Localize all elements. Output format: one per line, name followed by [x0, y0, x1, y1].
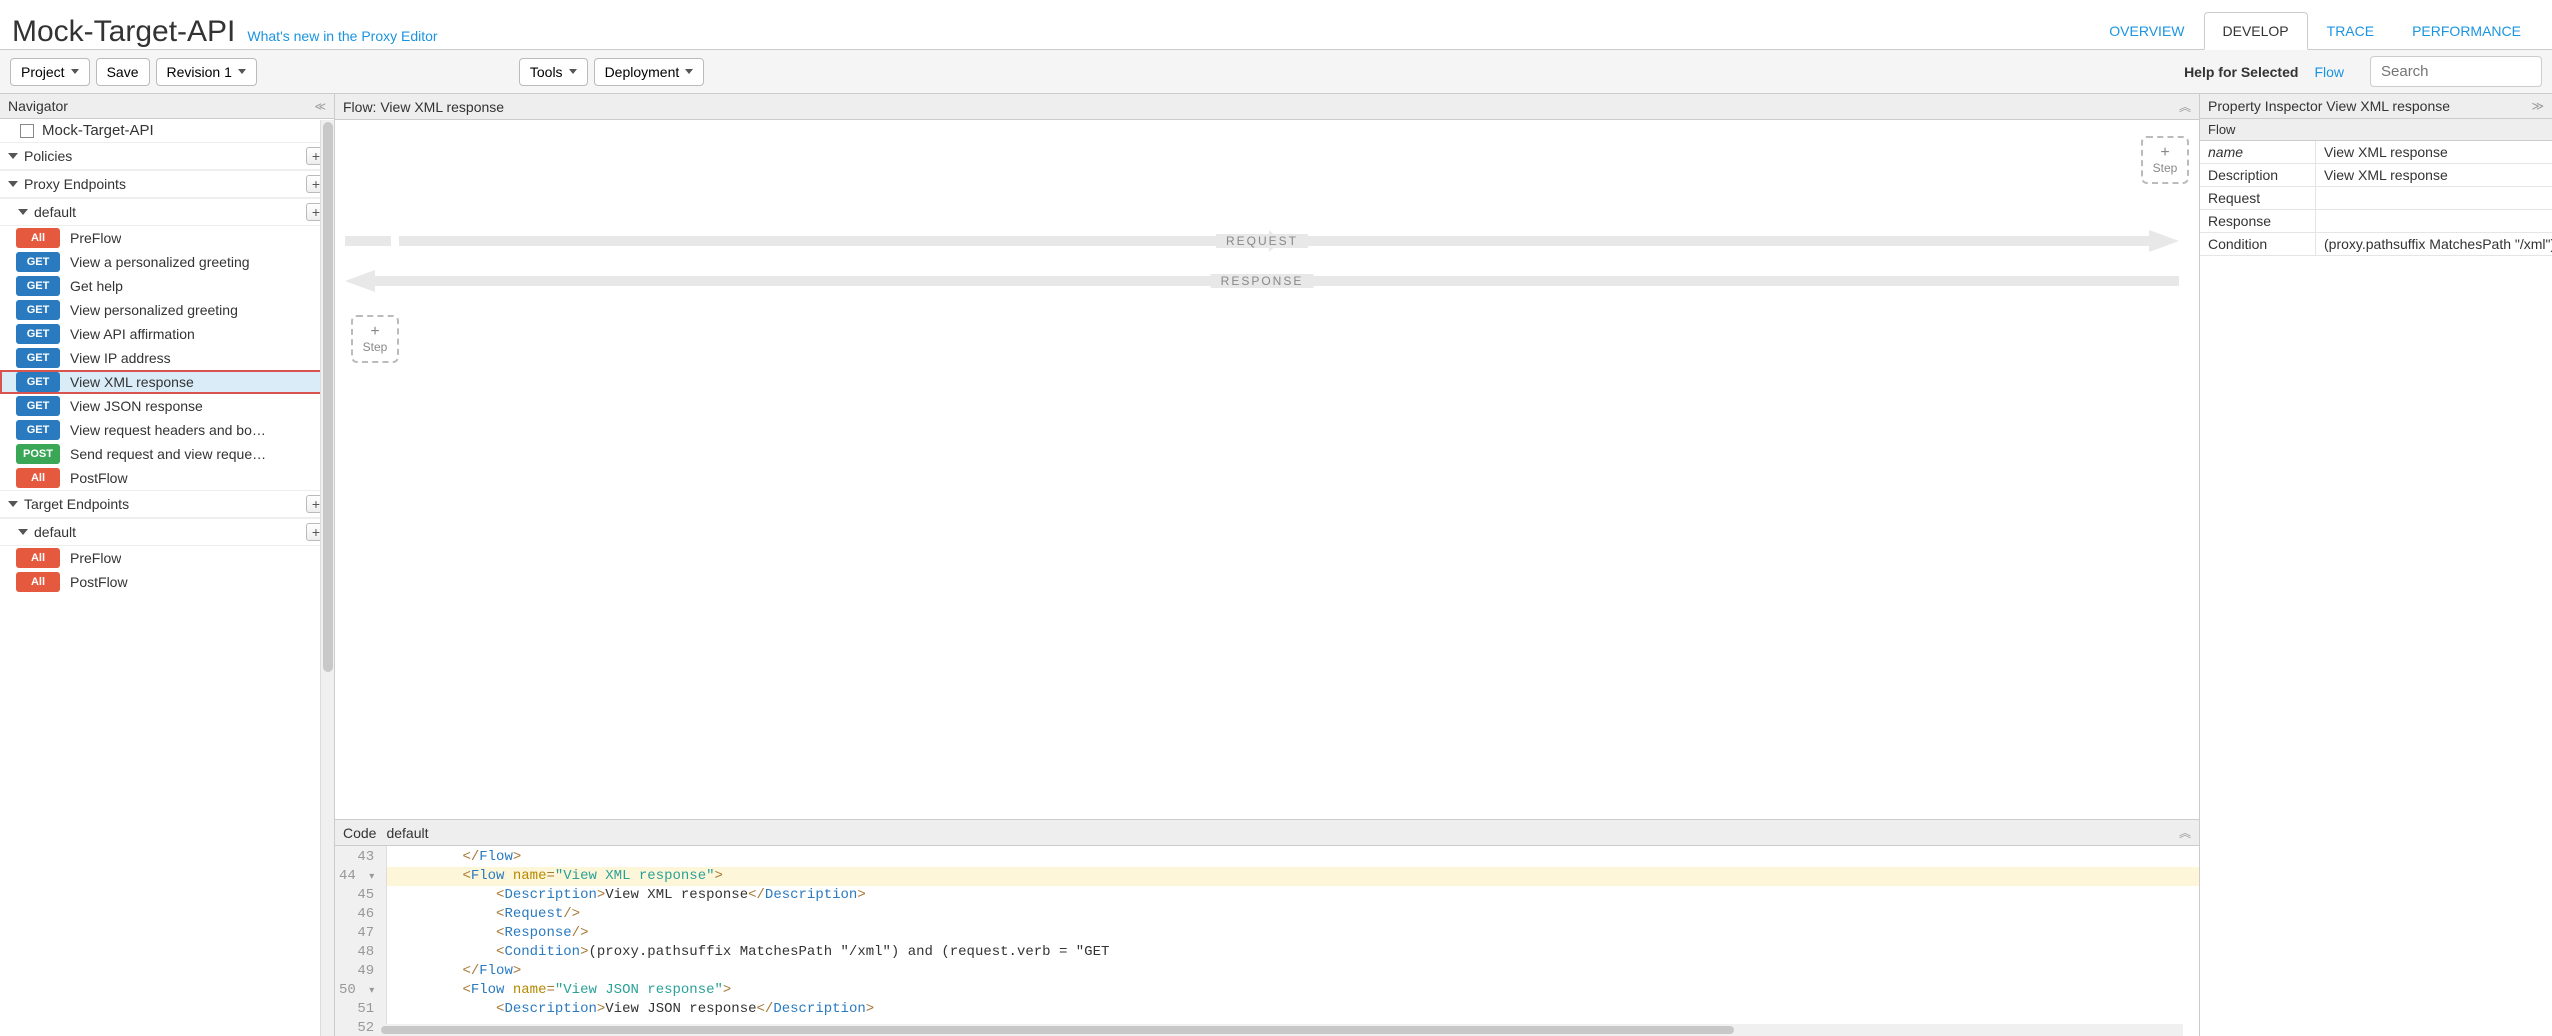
method-badge: All — [16, 468, 60, 488]
nav-proxy-default[interactable]: default + — [0, 198, 334, 226]
method-badge: GET — [16, 324, 60, 344]
prop-row-name[interactable]: nameView XML response — [2200, 141, 2552, 164]
navigator-panel: Navigator ≪ Mock-Target-API Policies + P… — [0, 94, 335, 1036]
prop-row-condition[interactable]: Condition(proxy.pathsuffix MatchesPath "… — [2200, 233, 2552, 256]
caret-down-icon — [238, 69, 246, 74]
flow-label: View JSON response — [70, 398, 203, 414]
revision-dropdown[interactable]: Revision 1 — [156, 58, 257, 86]
flow-row[interactable]: All PostFlow — [0, 570, 334, 594]
deployment-dropdown[interactable]: Deployment — [594, 58, 705, 86]
flow-row[interactable]: GET View API affirmation — [0, 322, 334, 346]
nav-section-target-endpoints[interactable]: Target Endpoints + — [0, 490, 334, 518]
property-inspector-panel: Property Inspector View XML response ≫ F… — [2200, 94, 2552, 1036]
flow-editor-title: Flow: View XML response — [343, 99, 504, 115]
flow-label: PreFlow — [70, 230, 121, 246]
app-header: Mock-Target-API What's new in the Proxy … — [0, 0, 2552, 50]
project-dropdown[interactable]: Project — [10, 58, 90, 86]
flow-row[interactable]: GET View personalized greeting — [0, 298, 334, 322]
caret-down-icon — [8, 181, 18, 187]
caret-down-icon — [18, 209, 28, 215]
method-badge: GET — [16, 372, 60, 392]
navigator-title: Navigator — [8, 98, 68, 114]
nav-target-default[interactable]: default + — [0, 518, 334, 546]
caret-down-icon — [8, 501, 18, 507]
flow-canvas: +Step REQUEST RESPONSE +Step — [335, 120, 2199, 819]
flow-row[interactable]: All PreFlow — [0, 546, 334, 570]
inspector-title: Property Inspector View XML response — [2208, 98, 2450, 114]
flow-label: View request headers and bo… — [70, 422, 266, 438]
method-badge: GET — [16, 300, 60, 320]
flow-label: View IP address — [70, 350, 171, 366]
flow-row[interactable]: GET View JSON response — [0, 394, 334, 418]
nav-section-proxy-endpoints[interactable]: Proxy Endpoints + — [0, 170, 334, 198]
search-input[interactable] — [2370, 56, 2542, 87]
document-icon — [20, 124, 34, 138]
collapse-up-icon[interactable]: ︽ — [2179, 98, 2191, 115]
response-lane: RESPONSE — [345, 270, 2179, 292]
add-request-step-button[interactable]: +Step — [2141, 136, 2189, 184]
flow-row[interactable]: POST Send request and view reque… — [0, 442, 334, 466]
collapse-left-icon[interactable]: ≪ — [314, 100, 326, 113]
code-editor[interactable]: 43 44 ▾45 46 47 48 49 50 ▾51 52 </Flow> … — [335, 846, 2199, 1036]
prop-row-response[interactable]: Response — [2200, 210, 2552, 233]
nav-proxy-root[interactable]: Mock-Target-API — [0, 119, 334, 142]
request-lane: REQUEST — [345, 230, 2179, 252]
flow-row[interactable]: All PreFlow — [0, 226, 334, 250]
proxy-title: Mock-Target-API — [12, 15, 235, 49]
flow-label: PostFlow — [70, 470, 128, 486]
method-badge: GET — [16, 396, 60, 416]
method-badge: All — [16, 228, 60, 248]
method-badge: All — [16, 572, 60, 592]
flow-label: View a personalized greeting — [70, 254, 250, 270]
whats-new-link[interactable]: What's new in the Proxy Editor — [247, 28, 437, 44]
flow-row[interactable]: GET View IP address — [0, 346, 334, 370]
method-badge: POST — [16, 444, 60, 464]
prop-row-request[interactable]: Request — [2200, 187, 2552, 210]
tools-dropdown[interactable]: Tools — [519, 58, 588, 86]
expand-right-icon[interactable]: ≫ — [2531, 99, 2544, 113]
tab-performance[interactable]: PERFORMANCE — [2393, 12, 2540, 49]
inspector-section-flow: Flow — [2200, 119, 2552, 141]
code-horizontal-scrollbar[interactable] — [379, 1024, 2183, 1036]
method-badge: GET — [16, 420, 60, 440]
tab-develop[interactable]: DEVELOP — [2204, 12, 2308, 50]
flow-label: PostFlow — [70, 574, 128, 590]
tab-trace[interactable]: TRACE — [2308, 12, 2393, 49]
flow-label: Get help — [70, 278, 123, 294]
flow-label: PreFlow — [70, 550, 121, 566]
flow-row[interactable]: GET View XML response — [0, 370, 334, 394]
help-for-selected-label: Help for Selected — [2184, 64, 2298, 80]
navigator-scrollbar[interactable] — [320, 120, 334, 1036]
flow-row[interactable]: GET Get help — [0, 274, 334, 298]
caret-down-icon — [685, 69, 693, 74]
caret-down-icon — [8, 153, 18, 159]
add-response-step-button[interactable]: +Step — [351, 315, 399, 363]
flow-row[interactable]: All PostFlow — [0, 466, 334, 490]
save-button[interactable]: Save — [96, 58, 150, 86]
flow-label: View API affirmation — [70, 326, 195, 342]
method-badge: GET — [16, 252, 60, 272]
toolbar: Project Save Revision 1 Tools Deployment… — [0, 50, 2552, 94]
caret-down-icon — [569, 69, 577, 74]
tab-overview[interactable]: OVERVIEW — [2090, 12, 2203, 49]
flow-row[interactable]: GET View request headers and bo… — [0, 418, 334, 442]
prop-row-description[interactable]: DescriptionView XML response — [2200, 164, 2552, 187]
caret-down-icon — [18, 529, 28, 535]
center-panel: Flow: View XML response ︽ +Step REQUEST … — [335, 94, 2200, 1036]
method-badge: GET — [16, 276, 60, 296]
code-collapse-icon[interactable]: ︽ — [2179, 824, 2191, 841]
flow-row[interactable]: GET View a personalized greeting — [0, 250, 334, 274]
method-badge: GET — [16, 348, 60, 368]
flow-label: View personalized greeting — [70, 302, 238, 318]
main-tabs: OVERVIEW DEVELOP TRACE PERFORMANCE — [2090, 12, 2540, 49]
flow-label: View XML response — [70, 374, 194, 390]
flow-help-link[interactable]: Flow — [2314, 64, 2344, 80]
flow-label: Send request and view reque… — [70, 446, 266, 462]
nav-section-policies[interactable]: Policies + — [0, 142, 334, 170]
code-header: Code default ︽ — [335, 819, 2199, 846]
caret-down-icon — [71, 69, 79, 74]
method-badge: All — [16, 548, 60, 568]
